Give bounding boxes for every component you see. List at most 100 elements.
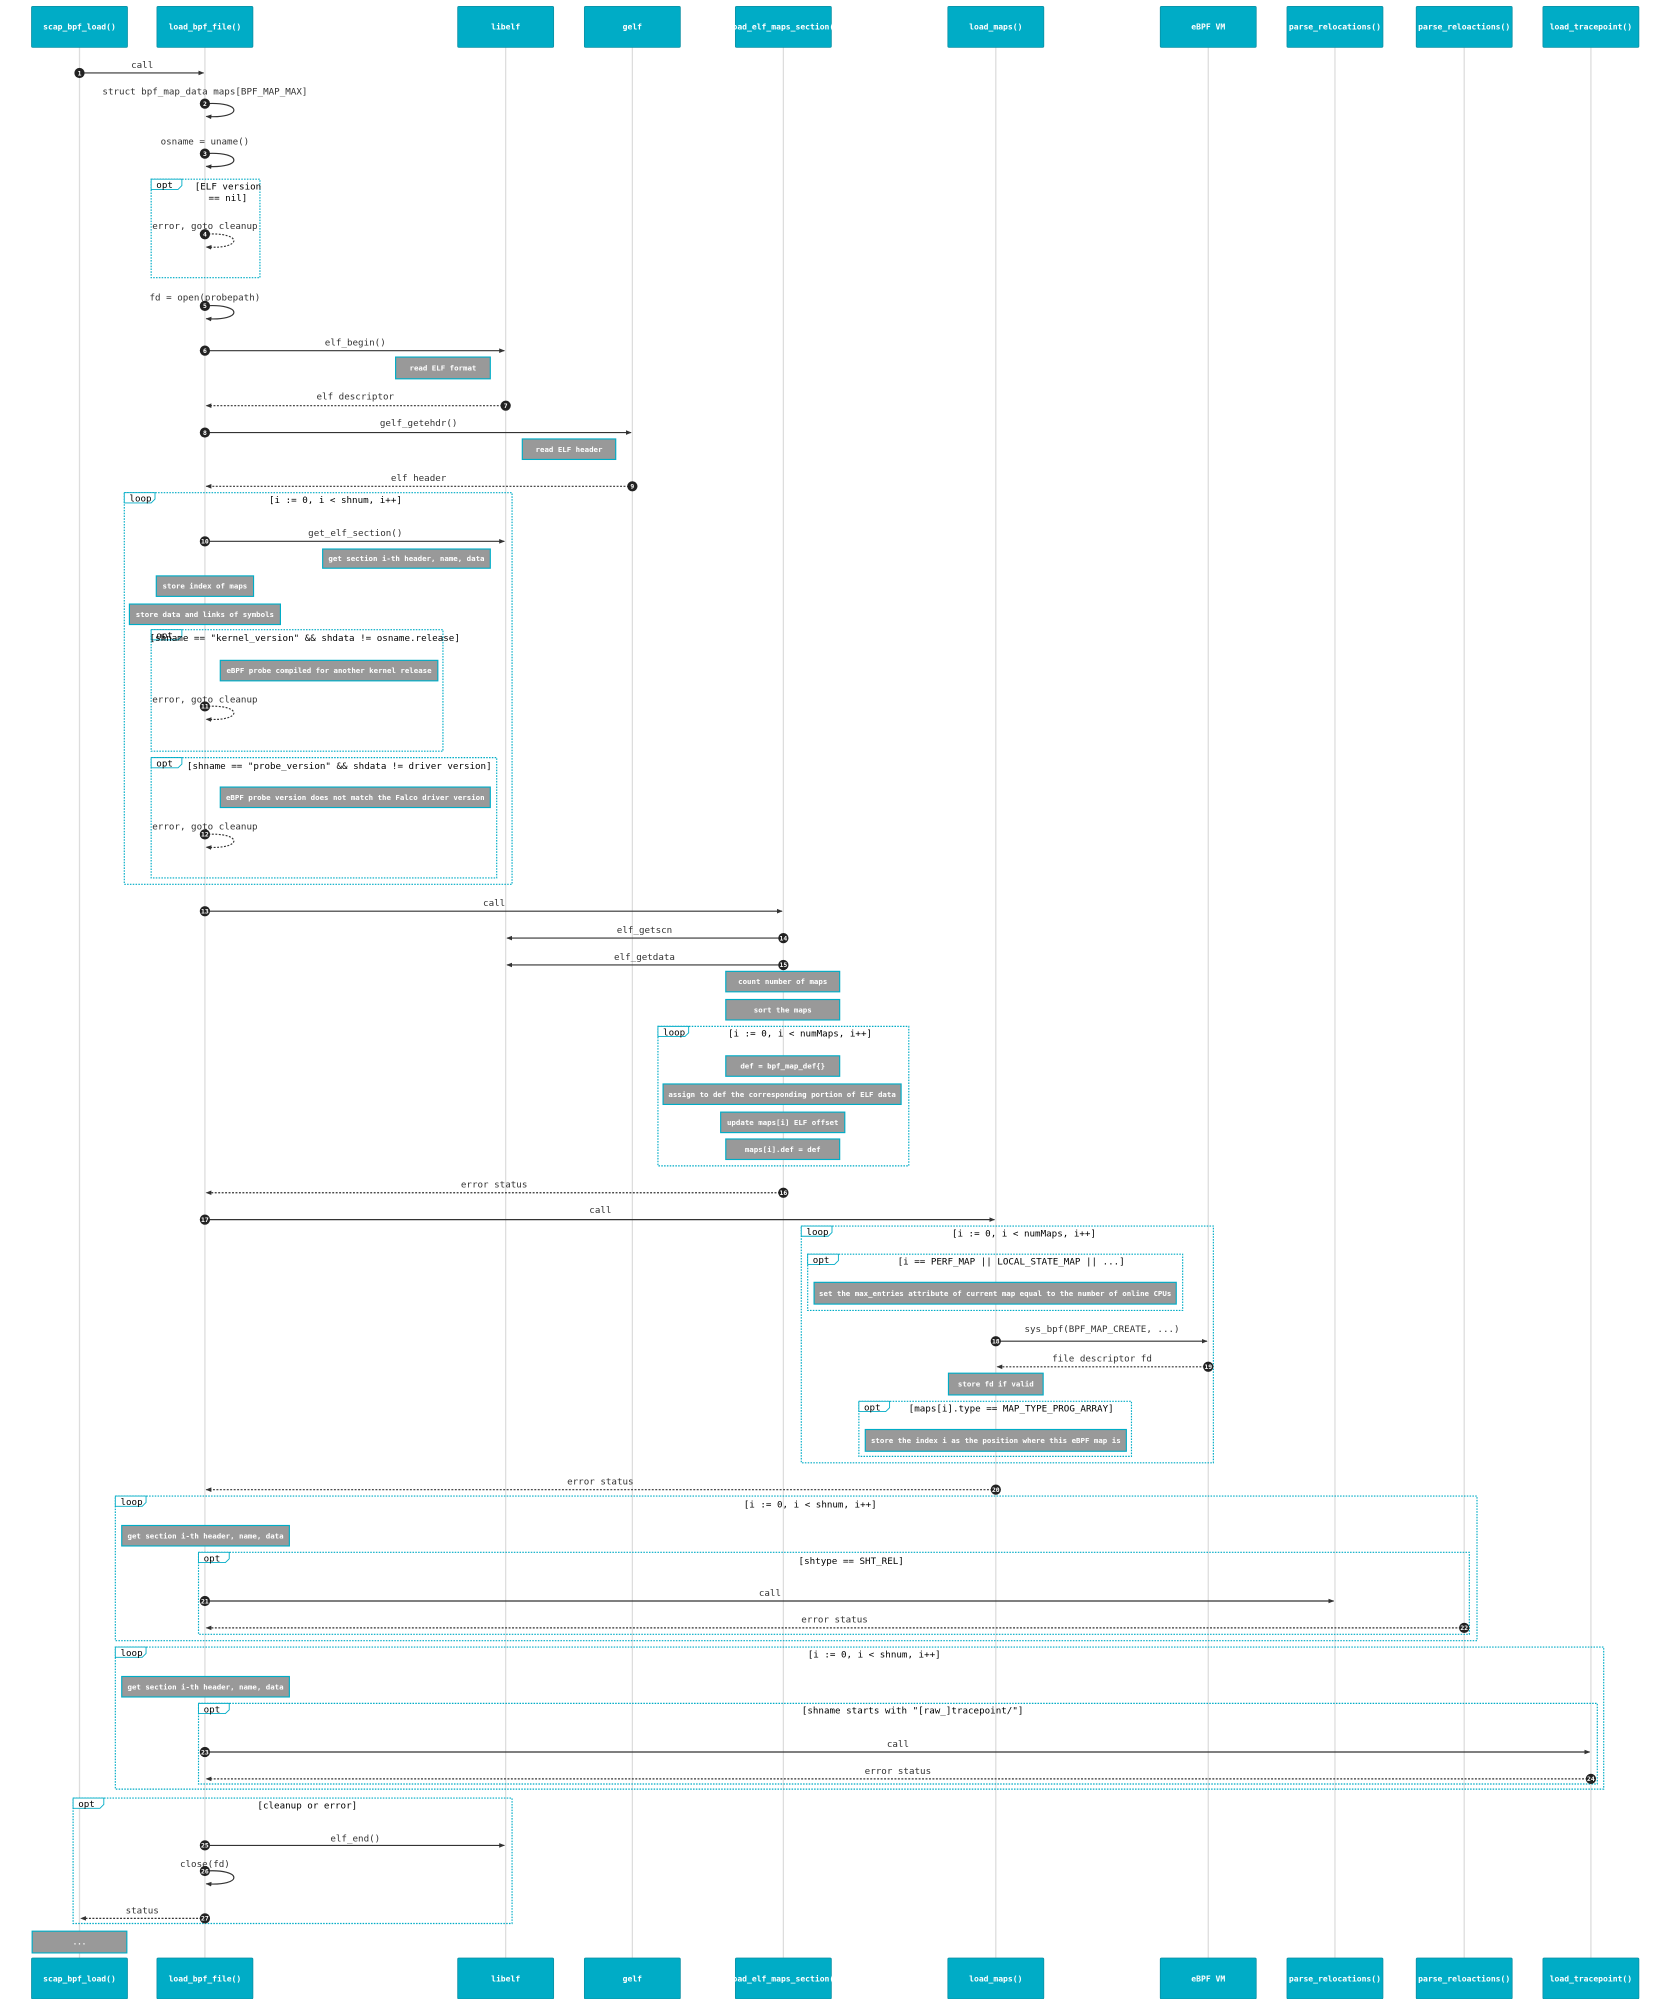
message-26: close(fd)26 — [180, 1859, 235, 1887]
message-label: elf_end() — [330, 1834, 380, 1845]
participant-top[interactable]: parse_reloactions() — [1415, 6, 1513, 48]
message-9: elf header 9 — [205, 473, 638, 492]
note-text: def = bpf_map_def{} — [740, 1062, 825, 1071]
message-label: file descriptor fd — [1052, 1354, 1152, 1365]
message-label: elf_begin() — [325, 338, 386, 349]
note-text: maps[i].def = def — [745, 1145, 821, 1154]
sequence-number: 18 — [992, 1338, 1000, 1346]
participant-label: load_bpf_file() — [169, 1973, 242, 1983]
message-label: get_elf_section() — [308, 528, 402, 539]
fragment-opt: opt[shname == "kernel_version" && shdata… — [150, 629, 460, 752]
fragment-kind: opt — [204, 1553, 221, 1564]
note: store data and links of symbols — [128, 603, 281, 626]
message-13: call 13 — [199, 898, 783, 917]
note: eBPF probe version does not match the Fa… — [219, 786, 491, 809]
fragment-kind: opt — [864, 1402, 881, 1413]
message-15: elf_getdata 15 — [506, 952, 789, 971]
fragment-kind: loop — [129, 494, 151, 505]
participant-label: load_tracepoint() — [1550, 1973, 1632, 1983]
sequence-number: 22 — [1460, 1624, 1468, 1632]
sequence-number: 23 — [201, 1748, 209, 1756]
participant-label: load_tracepoint() — [1550, 22, 1632, 32]
participant-top[interactable]: load_tracepoint() — [1542, 6, 1640, 48]
message-24: error status 24 — [205, 1766, 1597, 1784]
participant-bottom[interactable]: scap_bpf_load() — [31, 1957, 128, 1999]
sequence-number: 6 — [203, 347, 207, 355]
note-text: set the max_entries attribute of current… — [819, 1289, 1171, 1298]
fragment-condition: [i := 0, i < shnum, i++] — [269, 495, 402, 506]
participant-top[interactable]: load_bpf_file() — [156, 6, 254, 48]
note: store index of maps — [155, 575, 255, 597]
note: assign to def the corresponding portion … — [662, 1083, 902, 1106]
fragment-border — [150, 629, 444, 752]
participant-label: parse_reloactions() — [1418, 22, 1510, 32]
note: count number of maps — [725, 970, 841, 993]
participant-bottom[interactable]: libelf — [457, 1957, 555, 1999]
message-label: osname = uname() — [161, 137, 250, 148]
note: def = bpf_map_def{} — [725, 1055, 841, 1077]
note-text: count number of maps — [738, 977, 827, 986]
fragment-kind: loop — [806, 1227, 828, 1238]
message-label: error status — [461, 1180, 528, 1191]
note-text: ... — [73, 1938, 86, 1947]
note-text: store index of maps — [163, 582, 248, 591]
sequence-diagram: opt [ELF version== nil] loop [i := 0, i < s… — [31, 6, 1640, 1999]
message-16: error status 16 — [205, 1180, 789, 1198]
message-label: error status — [567, 1477, 634, 1488]
note-text: store fd if valid — [958, 1380, 1034, 1389]
note-text: sort the maps — [754, 1005, 812, 1014]
participant-top[interactable]: load_maps() — [947, 6, 1045, 48]
message-23: call 23 — [199, 1739, 1591, 1758]
fragment-loop: loop [i := 0, i < shnum, i++] — [114, 1646, 1605, 1790]
message-label: call — [131, 60, 153, 71]
participant-top[interactable]: load_elf_maps_section() — [728, 6, 839, 48]
message-label: error status — [865, 1766, 932, 1777]
note-text: eBPF probe compiled for another kernel r… — [226, 666, 432, 675]
message-25: elf_end() 25 — [199, 1834, 505, 1851]
note: get section i-th header, name, data — [322, 548, 491, 569]
sequence-number: 13 — [201, 907, 209, 915]
message-label: gelf_getehdr() — [380, 418, 458, 429]
participant-label: load_elf_maps_section() — [728, 22, 839, 32]
participant-bottom[interactable]: parse_relocations() — [1286, 1957, 1384, 1999]
message-20: error status 20 — [205, 1477, 1001, 1495]
participant-top[interactable]: libelf — [457, 6, 555, 48]
participant-bottom[interactable]: load_maps() — [947, 1957, 1045, 1999]
participant-bottom[interactable]: load_tracepoint() — [1542, 1957, 1640, 1999]
fragment-condition: [shname == "probe_version" && shdata != … — [187, 761, 492, 772]
note-text: get section i-th header, name, data — [128, 1682, 284, 1691]
sequence-number: 24 — [1587, 1775, 1595, 1783]
participant-top[interactable]: parse_relocations() — [1286, 6, 1384, 48]
message-label: sys_bpf(BPF_MAP_CREATE, ...) — [1024, 1324, 1179, 1335]
fragment-condition: [i := 0, i < numMaps, i++] — [728, 1029, 872, 1040]
note: sort the maps — [725, 998, 841, 1021]
note-text: update maps[i] ELF offset — [727, 1118, 838, 1127]
participant-bottom[interactable]: eBPF VM — [1159, 1957, 1257, 1999]
sequence-number: 10 — [201, 538, 209, 546]
participant-bottom[interactable]: parse_reloactions() — [1415, 1957, 1513, 1999]
participant-bottom[interactable]: load_elf_maps_section() — [728, 1957, 839, 1999]
message-17: call 17 — [199, 1205, 996, 1225]
participant-top[interactable]: gelf — [583, 6, 681, 48]
note-text: store data and links of symbols — [136, 610, 274, 619]
participant-bottom[interactable]: gelf — [583, 1957, 681, 1999]
fragment-condition: [i := 0, i < numMaps, i++] — [952, 1228, 1096, 1239]
fragment-border — [114, 1495, 1478, 1642]
sequence-number: 2 — [203, 100, 207, 108]
sequence-number: 12 — [201, 831, 209, 839]
fragment-border — [150, 757, 498, 879]
fragment-condition: [shtype == SHT_REL] — [799, 1556, 904, 1567]
message-14: elf_getscn 14 — [506, 925, 789, 944]
participant-top[interactable]: scap_bpf_load() — [31, 6, 128, 48]
participant-bottom[interactable]: load_bpf_file() — [156, 1957, 254, 1999]
fragment-condition: [i == PERF_MAP || LOCAL_STATE_MAP || ...… — [898, 1256, 1125, 1267]
note-text: read ELF format — [410, 363, 477, 372]
message-18: sys_bpf(BPF_MAP_CREATE, ...) 18 — [990, 1324, 1208, 1347]
note: get section i-th header, name, data — [121, 1675, 290, 1698]
participant-top[interactable]: eBPF VM — [1159, 6, 1257, 48]
participant-label: scap_bpf_load() — [43, 23, 116, 32]
fragment-kind: opt — [156, 759, 173, 770]
note: read ELF header — [521, 438, 617, 461]
fragment-opt: opt [shname == "probe_version" && shdata … — [150, 757, 498, 879]
sequence-number: 19 — [1204, 1363, 1212, 1371]
